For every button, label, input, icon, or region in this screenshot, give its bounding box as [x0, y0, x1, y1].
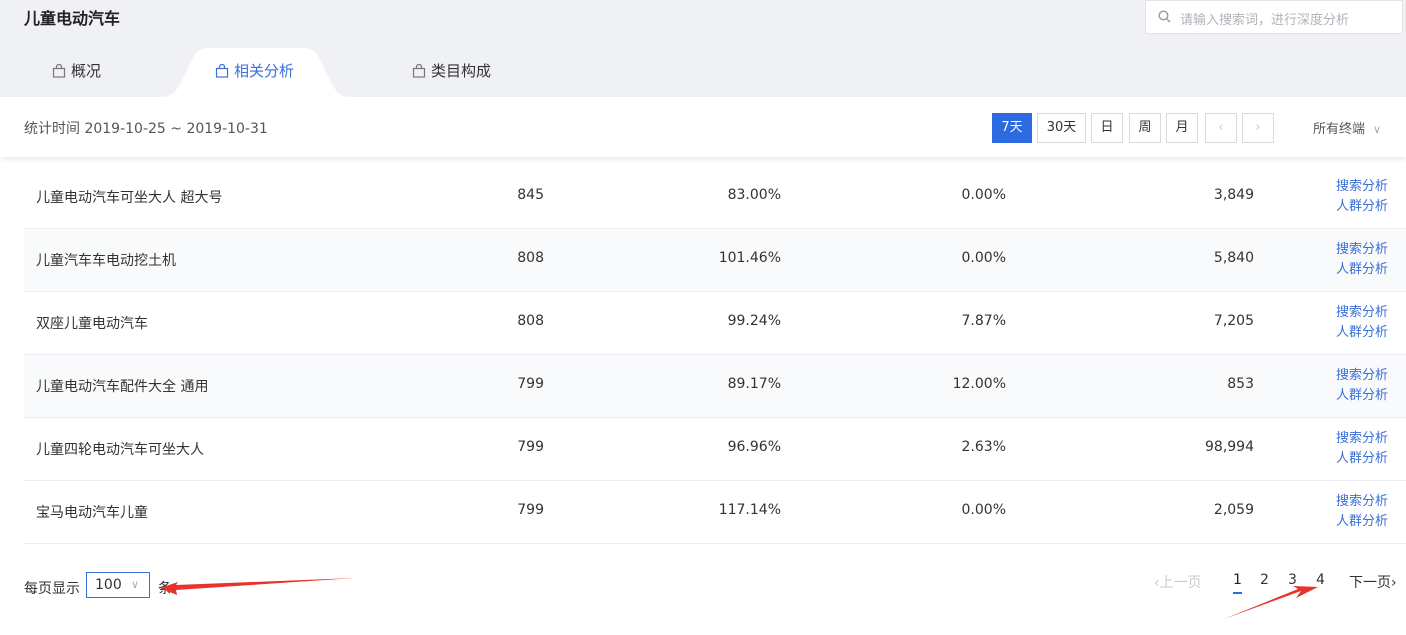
page-2-button[interactable]: 2 [1260, 572, 1269, 588]
value-cell: 2,059 [1213, 502, 1254, 518]
table-row: 双座儿童电动汽车 808 99.24% 7.87% 7,205 搜索分析 人群分… [24, 292, 1406, 355]
terminal-dropdown[interactable]: 所有终端 ∨ [1313, 118, 1381, 137]
value-cell: 117.14% [718, 502, 781, 518]
range-7d-button[interactable]: 7天 [992, 113, 1032, 143]
search-analysis-link[interactable]: 搜索分析 [1336, 492, 1388, 512]
keyword-cell: 儿童四轮电动汽车可坐大人 [36, 442, 204, 458]
keyword-cell: 儿童电动汽车配件大全 通用 [36, 379, 209, 395]
crowd-analysis-link[interactable]: 人群分析 [1336, 197, 1388, 217]
page-3-button[interactable]: 3 [1288, 572, 1297, 588]
action-cell: 搜索分析 人群分析 [1336, 366, 1388, 406]
action-cell: 搜索分析 人群分析 [1336, 177, 1388, 217]
value-cell: 853 [1227, 376, 1254, 392]
action-cell: 搜索分析 人群分析 [1336, 240, 1388, 280]
keyword-cell: 宝马电动汽车儿童 [36, 505, 148, 521]
bag-icon [412, 63, 426, 78]
table-row: 儿童四轮电动汽车可坐大人 799 96.96% 2.63% 98,994 搜索分… [24, 418, 1406, 481]
value-cell: 799 [517, 439, 544, 455]
prev-page-button[interactable]: ‹上一页 [1154, 572, 1202, 592]
per-page-unit: 条 [158, 581, 172, 597]
crowd-analysis-link[interactable]: 人群分析 [1336, 260, 1388, 280]
value-cell: 89.17% [727, 376, 781, 392]
range-day-button[interactable]: 日 [1091, 113, 1123, 143]
next-period-button[interactable]: › [1242, 113, 1274, 143]
value-cell: 799 [517, 376, 544, 392]
bag-icon [215, 63, 229, 78]
crowd-analysis-link[interactable]: 人群分析 [1336, 449, 1388, 469]
page-4-button[interactable]: 4 [1316, 572, 1325, 588]
search-placeholder: 请输入搜索词，进行深度分析 [1180, 13, 1350, 28]
page-1-button[interactable]: 1 [1233, 572, 1242, 594]
terminal-label: 所有终端 [1313, 122, 1366, 137]
value-cell: 83.00% [727, 187, 781, 203]
search-input[interactable]: 请输入搜索词，进行深度分析 [1145, 0, 1403, 34]
prev-page-label: 上一页 [1159, 575, 1202, 591]
header-area: 儿童电动汽车 请输入搜索词，进行深度分析 概况 相关分析 类目构成 [0, 0, 1406, 97]
action-cell: 搜索分析 人群分析 [1336, 492, 1388, 532]
search-analysis-link[interactable]: 搜索分析 [1336, 240, 1388, 260]
value-cell: 96.96% [727, 439, 781, 455]
per-page-select[interactable]: 100 ∨ [86, 572, 150, 598]
tab-related-analysis[interactable]: 相关分析 [162, 48, 350, 97]
red-arrow-left [160, 578, 355, 595]
next-page-button[interactable]: 下一页› [1349, 572, 1397, 592]
action-cell: 搜索分析 人群分析 [1336, 303, 1388, 343]
range-month-button[interactable]: 月 [1166, 113, 1198, 143]
bag-icon [52, 63, 66, 78]
per-page-value: 100 [95, 577, 122, 593]
table-row: 宝马电动汽车儿童 799 117.14% 0.00% 2,059 搜索分析 人群… [24, 481, 1406, 544]
value-cell: 99.24% [727, 313, 781, 329]
prev-period-button[interactable]: ‹ [1205, 113, 1237, 143]
keyword-cell: 双座儿童电动汽车 [36, 316, 148, 332]
crowd-analysis-link[interactable]: 人群分析 [1336, 512, 1388, 532]
value-cell: 0.00% [961, 250, 1006, 266]
search-analysis-link[interactable]: 搜索分析 [1336, 366, 1388, 386]
table-row: 儿童电动汽车可坐大人 超大号 845 83.00% 0.00% 3,849 搜索… [24, 166, 1406, 229]
chevron-down-icon: ∨ [1373, 123, 1382, 136]
value-cell: 7.87% [961, 313, 1006, 329]
value-cell: 7,205 [1213, 313, 1254, 329]
search-icon [1158, 10, 1171, 23]
search-analysis-link[interactable]: 搜索分析 [1336, 177, 1388, 197]
keyword-cell: 儿童汽车车电动挖土机 [36, 253, 176, 269]
action-cell: 搜索分析 人群分析 [1336, 429, 1388, 469]
keyword-cell: 儿童电动汽车可坐大人 超大号 [36, 190, 223, 206]
search-analysis-link[interactable]: 搜索分析 [1336, 429, 1388, 449]
value-cell: 808 [517, 313, 544, 329]
search-analysis-link[interactable]: 搜索分析 [1336, 303, 1388, 323]
crowd-analysis-link[interactable]: 人群分析 [1336, 386, 1388, 406]
tab-overview-label: 概况 [71, 62, 102, 80]
table-row: 儿童汽车车电动挖土机 808 101.46% 0.00% 5,840 搜索分析 … [24, 229, 1406, 292]
crowd-analysis-link[interactable]: 人群分析 [1336, 323, 1388, 343]
value-cell: 0.00% [961, 187, 1006, 203]
value-cell: 12.00% [952, 376, 1006, 392]
filter-bar: 统计时间 2019-10-25 ~ 2019-10-31 7天 30天 日 周 … [0, 97, 1406, 157]
table-row: 儿童电动汽车配件大全 通用 799 89.17% 12.00% 853 搜索分析… [24, 355, 1406, 418]
tab-related-label: 相关分析 [234, 62, 295, 80]
value-cell: 98,994 [1205, 439, 1254, 455]
value-cell: 799 [517, 502, 544, 518]
value-cell: 101.46% [718, 250, 781, 266]
page-title: 儿童电动汽车 [24, 9, 121, 28]
value-cell: 845 [517, 187, 544, 203]
per-page-label: 每页显示 [24, 581, 80, 597]
stat-time: 统计时间 2019-10-25 ~ 2019-10-31 [24, 121, 268, 137]
chevron-down-icon: ∨ [130, 578, 139, 591]
next-page-label: 下一页 [1349, 575, 1391, 591]
tab-category-label: 类目构成 [431, 62, 492, 80]
value-cell: 808 [517, 250, 544, 266]
value-cell: 0.00% [961, 502, 1006, 518]
range-week-button[interactable]: 周 [1129, 113, 1161, 143]
value-cell: 2.63% [961, 439, 1006, 455]
range-30d-button[interactable]: 30天 [1037, 113, 1086, 143]
value-cell: 3,849 [1213, 187, 1254, 203]
value-cell: 5,840 [1213, 250, 1254, 266]
